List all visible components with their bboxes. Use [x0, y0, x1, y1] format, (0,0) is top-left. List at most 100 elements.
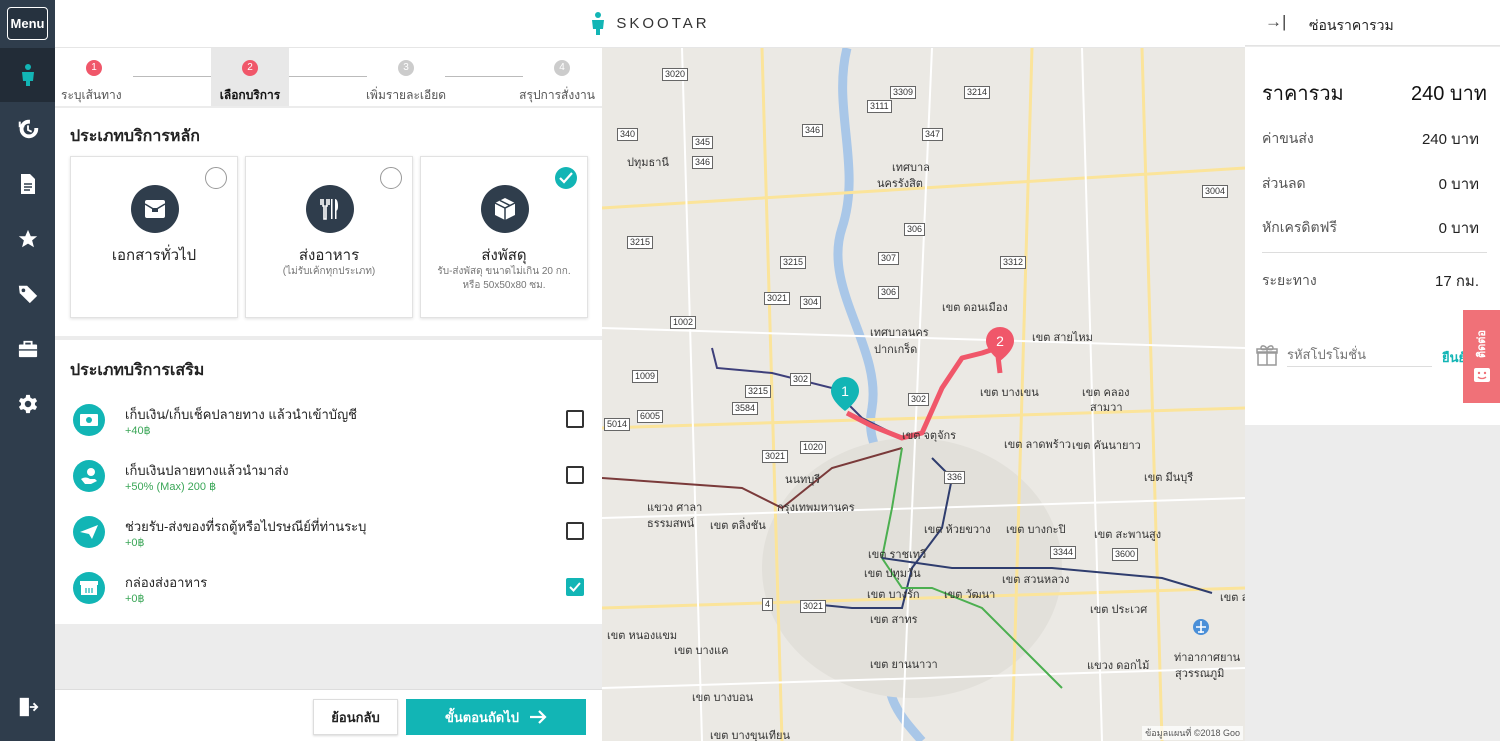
addon-title: กล่องส่งอาหาร	[125, 575, 208, 590]
sidebar-item-settings[interactable]	[0, 389, 55, 419]
hide-summary-label[interactable]: ซ่อนราคารวม	[1309, 15, 1394, 37]
history-icon	[18, 119, 38, 139]
map-label: ธรรมสพน์	[647, 518, 695, 530]
service-name: ส่งพัสดุ	[481, 247, 527, 264]
step-2[interactable]: 2 เลือกบริการ	[211, 48, 289, 106]
map-label: สุวรรณภูมิ	[1175, 668, 1225, 680]
distance-row: ระยะทาง 17 กม.	[1262, 269, 1487, 293]
map-label: เขต บางรัก	[867, 589, 920, 601]
gift-icon	[1256, 345, 1278, 366]
service-card-food[interactable]: ส่งอาหาร (ไม่รับเค้กทุกประเภท)	[245, 156, 413, 318]
distance-label: ระยะทาง	[1262, 272, 1317, 288]
step-label: สรุปการสั่งงาน	[519, 88, 595, 102]
addon-checkbox[interactable]	[566, 522, 584, 540]
step-3[interactable]: 3 เพิ่มรายละเอียด	[366, 48, 446, 106]
service-radio[interactable]	[205, 167, 227, 189]
service-note: รับ-ส่งพัสดุ ขนาดไม่เกิน 20 กก. หรือ 50x5…	[425, 265, 583, 293]
map-label: เขต บางกะปิ	[1006, 524, 1066, 536]
road-shield: 3021	[800, 600, 827, 613]
collapse-arrow-icon[interactable]: →|	[1265, 12, 1286, 32]
discount-value: 0 บาท	[1438, 176, 1479, 193]
road-shield: 3020	[662, 68, 689, 81]
contact-tab[interactable]: ติดต่อ	[1463, 310, 1500, 403]
road-shield: 1009	[632, 370, 659, 383]
tag-icon	[18, 285, 37, 304]
addon-price: +0฿	[125, 537, 145, 549]
map-label: นนทบุรี	[785, 474, 821, 486]
step-number: 4	[554, 60, 570, 76]
addon-icon-wrap	[73, 516, 105, 548]
cutlery-icon	[320, 199, 338, 220]
map-label: เขต ประเวศ	[1090, 604, 1148, 616]
addon-checkbox[interactable]	[566, 410, 584, 428]
service-radio[interactable]	[380, 167, 402, 189]
addon-checkbox-checked[interactable]	[566, 578, 584, 596]
route-marker-dropoff[interactable]: 2	[985, 326, 1015, 362]
summary-header[interactable]: →| ซ่อนราคารวม	[1245, 0, 1500, 46]
map-label: เขต หนองแขม	[607, 630, 678, 642]
road-shield: 3312	[1000, 256, 1027, 269]
fee-row: ค่าขนส่ง 240 บาท	[1262, 127, 1487, 151]
step-number: 2	[242, 60, 258, 76]
service-radio-selected[interactable]	[555, 167, 577, 189]
step-number: 3	[398, 60, 414, 76]
step-connector	[445, 76, 523, 77]
road-shield: 346	[692, 156, 714, 169]
sidebar-item-documents[interactable]	[0, 169, 55, 199]
sidebar: Menu	[0, 0, 55, 741]
route-marker-pickup[interactable]: 1	[830, 376, 860, 412]
service-card-document[interactable]: เอกสารทั่วไป	[70, 156, 238, 318]
paper-plane-icon	[80, 525, 98, 539]
step-connector	[289, 76, 367, 77]
sidebar-item-logout[interactable]	[0, 692, 55, 722]
addon-checkbox[interactable]	[566, 466, 584, 484]
addon-item-food-box[interactable]: กล่องส่งอาหาร +0฿	[55, 566, 602, 618]
addon-title: เก็บเงิน/เก็บเช็คปลายทาง แล้วนำเข้าบัญชี	[125, 407, 357, 422]
step-1[interactable]: 1 ระบุเส้นทาง	[55, 48, 133, 106]
next-step-button[interactable]: ขั้นตอนถัดไป	[406, 699, 586, 735]
credit-value: 0 บาท	[1438, 220, 1479, 237]
step-4[interactable]: 4 สรุปการสั่งงาน	[519, 48, 601, 106]
road-shield: 3214	[964, 86, 991, 99]
step-label: เพิ่มรายละเอียด	[365, 88, 447, 102]
back-button[interactable]: ย้อนกลับ	[313, 699, 398, 735]
road-shield: 3215	[627, 236, 654, 249]
service-note-line2: หรือ 50x50x80 ซม.	[462, 280, 546, 291]
road-shield: 3215	[780, 256, 807, 269]
map-label: เขต สายไหม	[1032, 332, 1093, 344]
panel-footer: ย้อนกลับ ขั้นตอนถัดไป	[55, 689, 602, 741]
menu-button[interactable]: Menu	[7, 7, 48, 40]
sidebar-item-history[interactable]	[0, 114, 55, 144]
sidebar-item-wallet[interactable]	[0, 334, 55, 364]
distance-value: 17 กม.	[1435, 273, 1479, 290]
fee-value: 240 บาท	[1421, 131, 1479, 148]
map-label: ปากเกร็ด	[874, 344, 918, 356]
map-label: เขต ยานนาวา	[870, 659, 938, 671]
addon-title: ช่วยรับ-ส่งของที่รถตู้หรือไปรษณีย์ที่ท่า…	[125, 519, 367, 534]
route-map[interactable]: ปทุมธานี เทศบาล นครรังสิต เทศบาลนคร ปากเกร็ด…	[602, 48, 1245, 741]
road-shield: 3584	[732, 402, 759, 415]
addon-item-cod-deposit[interactable]: เก็บเงิน/เก็บเช็คปลายทาง แล้วนำเข้าบัญชี…	[55, 398, 602, 450]
promo-code-input[interactable]	[1287, 343, 1432, 367]
road-shield: 3111	[867, 100, 892, 113]
total-value: 240 บาท	[1410, 83, 1487, 105]
check-icon	[569, 582, 581, 592]
service-card-parcel[interactable]: ส่งพัสดุ รับ-ส่งพัสดุ ขนาดไม่เกิน 20 กก.…	[420, 156, 588, 318]
sidebar-item-promotions[interactable]	[0, 279, 55, 309]
map-label: เขต บางขุนเทียน	[710, 730, 791, 741]
cash-icon	[80, 414, 98, 426]
addon-item-van-post[interactable]: ช่วยรับ-ส่งของที่รถตู้หรือไปรษณีย์ที่ท่า…	[55, 510, 602, 562]
top-bar: SKOOTAR	[55, 0, 1245, 48]
sidebar-item-favorites[interactable]	[0, 224, 55, 254]
parcel-service-icon-wrap	[481, 185, 529, 233]
brand-logo[interactable]: SKOOTAR	[590, 11, 709, 36]
map-label: เขต สะพานสูง	[1094, 529, 1162, 541]
discount-row: ส่วนลด 0 บาท	[1262, 172, 1487, 196]
road-shield: 3021	[764, 292, 791, 305]
sidebar-item-order[interactable]	[0, 48, 55, 102]
road-shield: 6005	[637, 410, 664, 423]
step-label: ระบุเส้นทาง	[61, 88, 122, 102]
courier-icon	[21, 64, 34, 86]
marker-number: 2	[996, 333, 1004, 349]
addon-item-cod-return[interactable]: เก็บเงินปลายทางแล้วนำมาส่ง +50% (Max) 20…	[55, 454, 602, 506]
